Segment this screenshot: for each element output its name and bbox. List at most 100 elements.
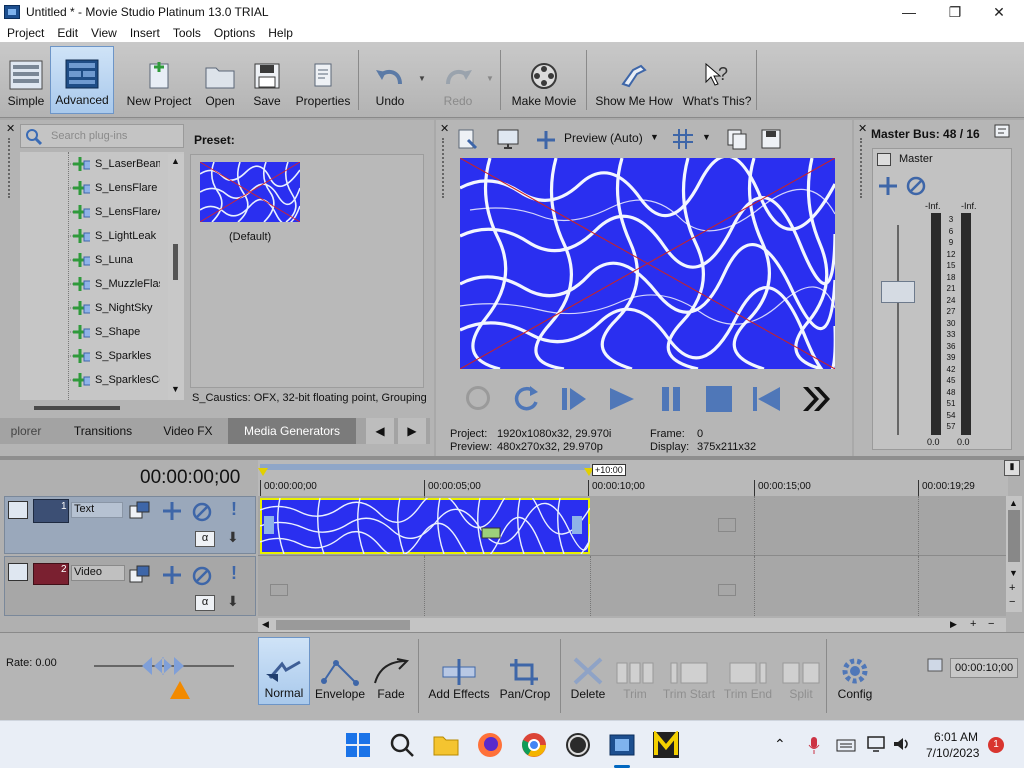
tray-overflow-icon[interactable]: ⌃: [774, 736, 786, 753]
preset-thumbnail[interactable]: [200, 162, 300, 222]
track-motion-icon[interactable]: [129, 565, 151, 585]
scroll-down-icon[interactable]: ▼: [171, 384, 180, 394]
redo-dropdown-icon[interactable]: ▼: [486, 74, 494, 83]
caustics-clip[interactable]: [260, 498, 590, 554]
video-preview-frame[interactable]: [460, 158, 835, 369]
tab-scroll-right-icon[interactable]: ▶: [398, 418, 426, 444]
track-level-icon[interactable]: ⬇: [227, 529, 239, 546]
rate-slider-handle[interactable]: [170, 681, 190, 699]
rate-shuttle-icon[interactable]: [140, 655, 186, 677]
more-controls-icon[interactable]: [800, 384, 832, 414]
plugin-tree-item[interactable]: S_LensFlare: [68, 178, 160, 198]
preview-quality-dropdown[interactable]: Preview (Auto): [564, 131, 643, 145]
pan-move-icon[interactable]: [877, 175, 899, 197]
solo-icon[interactable]: !: [231, 563, 237, 584]
make-movie-button[interactable]: Make Movie: [508, 46, 580, 114]
plugin-tree-scrollbar[interactable]: ▲ ▼: [168, 154, 184, 400]
clock-date[interactable]: 7/10/2023: [926, 746, 979, 760]
chevron-down-icon[interactable]: ▼: [702, 132, 711, 142]
scroll-thumb[interactable]: [276, 620, 410, 630]
master-fader[interactable]: [881, 281, 915, 303]
marker-icon[interactable]: ▮: [1004, 460, 1020, 476]
plugin-tree-item[interactable]: S_Sparkles: [68, 346, 160, 366]
scroll-right-icon[interactable]: ▶: [950, 619, 957, 630]
plugin-tree-item[interactable]: S_MuzzleFlas: [68, 274, 160, 294]
firefox-icon[interactable]: [476, 731, 504, 759]
track-collapse-icon[interactable]: [8, 563, 28, 581]
track-collapse-icon[interactable]: [8, 501, 28, 519]
microphone-icon[interactable]: [806, 735, 822, 755]
mixer-settings-icon[interactable]: [994, 124, 1010, 140]
menu-project[interactable]: Project: [0, 26, 50, 40]
movie-studio-taskbar-icon[interactable]: [608, 731, 636, 759]
save-button[interactable]: Save: [248, 46, 286, 114]
trim-button[interactable]: Trim: [612, 637, 658, 705]
tab-video-fx[interactable]: Video FX: [150, 418, 226, 444]
simple-button[interactable]: Simple: [4, 46, 48, 114]
notification-badge[interactable]: 1: [988, 737, 1004, 753]
horizontal-scroll-thumb[interactable]: [34, 406, 120, 410]
file-explorer-icon[interactable]: [432, 731, 460, 759]
envelope-tool-button[interactable]: Envelope: [312, 637, 368, 705]
scroll-up-icon[interactable]: ▲: [1009, 498, 1018, 508]
video-track-lane[interactable]: [258, 556, 1006, 616]
config-button[interactable]: Config: [832, 637, 878, 705]
mute-track-icon[interactable]: [191, 501, 213, 523]
minimize-button[interactable]: —: [886, 0, 932, 24]
close-button[interactable]: ✕: [976, 0, 1022, 24]
timeline-vertical-scrollbar[interactable]: ▲ ▼ + −: [1006, 496, 1022, 612]
windows-start-icon[interactable]: [344, 731, 372, 759]
master-fx-icon[interactable]: [877, 153, 891, 166]
undo-dropdown-icon[interactable]: ▼: [418, 74, 426, 83]
keyboard-icon[interactable]: [836, 737, 856, 753]
plugin-tree-item[interactable]: S_SparklesCo: [68, 370, 160, 390]
play-icon[interactable]: [606, 384, 636, 414]
track-fx-icon[interactable]: [161, 501, 183, 521]
play-from-start-icon[interactable]: [558, 384, 588, 414]
external-monitor-icon[interactable]: [496, 128, 520, 150]
copy-snapshot-icon[interactable]: [726, 128, 748, 150]
search-icon[interactable]: [388, 731, 416, 759]
scroll-left-icon[interactable]: ◀: [262, 619, 269, 630]
menu-view[interactable]: View: [84, 26, 123, 40]
fade-tool-button[interactable]: Fade: [368, 637, 414, 705]
track-fx-icon[interactable]: [161, 565, 183, 585]
maximize-button[interactable]: ❐: [932, 0, 978, 24]
pause-icon[interactable]: [656, 384, 686, 414]
clock-time[interactable]: 6:01 AM: [934, 730, 978, 744]
track-level-icon[interactable]: ⬇: [227, 593, 239, 610]
plugin-tree-item[interactable]: S_NightSky: [68, 298, 160, 318]
menu-insert[interactable]: Insert: [123, 26, 166, 40]
plugin-tree-item[interactable]: S_Shape: [68, 322, 160, 342]
delete-button[interactable]: Delete: [566, 637, 610, 705]
track-name-field[interactable]: Video: [71, 565, 125, 581]
redo-button[interactable]: Redo: [436, 46, 480, 114]
panel-close-icon[interactable]: ✕: [858, 122, 867, 135]
tab-transitions[interactable]: Transitions: [58, 418, 148, 444]
record-button[interactable]: [466, 386, 490, 410]
compositing-mode-icon[interactable]: α: [195, 595, 215, 611]
plugin-tree-item[interactable]: S_LightLeak: [68, 226, 160, 246]
timeline-timecode[interactable]: 00:00:00;00: [140, 467, 240, 489]
loop-start-marker[interactable]: [258, 468, 268, 476]
add-effects-button[interactable]: Add Effects: [424, 637, 494, 705]
compositing-mode-icon[interactable]: α: [195, 531, 215, 547]
new-project-button[interactable]: New Project: [124, 46, 194, 114]
go-to-start-icon[interactable]: [750, 384, 782, 414]
zoom-in-icon[interactable]: +: [1009, 582, 1015, 594]
yellow-m-app-icon[interactable]: [652, 731, 680, 759]
tab-media-generators[interactable]: Media Generators: [228, 418, 356, 444]
zoom-in-icon[interactable]: +: [970, 618, 976, 630]
scroll-thumb[interactable]: [1008, 510, 1020, 562]
loop-playback-icon[interactable]: [512, 384, 542, 414]
plugin-tree-item[interactable]: S_LensFlareA: [68, 202, 160, 222]
open-button[interactable]: Open: [200, 46, 240, 114]
menu-tools[interactable]: Tools: [166, 26, 207, 40]
panel-grip[interactable]: [860, 138, 864, 198]
panel-close-icon[interactable]: ✕: [6, 122, 15, 135]
undo-button[interactable]: Undo: [368, 46, 412, 114]
timeline-horizontal-scrollbar[interactable]: ◀ ▶ + −: [258, 618, 1006, 632]
panel-close-icon[interactable]: ✕: [440, 122, 449, 135]
whats-this-button[interactable]: ? What's This?: [682, 46, 752, 114]
menu-help[interactable]: Help: [261, 26, 299, 40]
